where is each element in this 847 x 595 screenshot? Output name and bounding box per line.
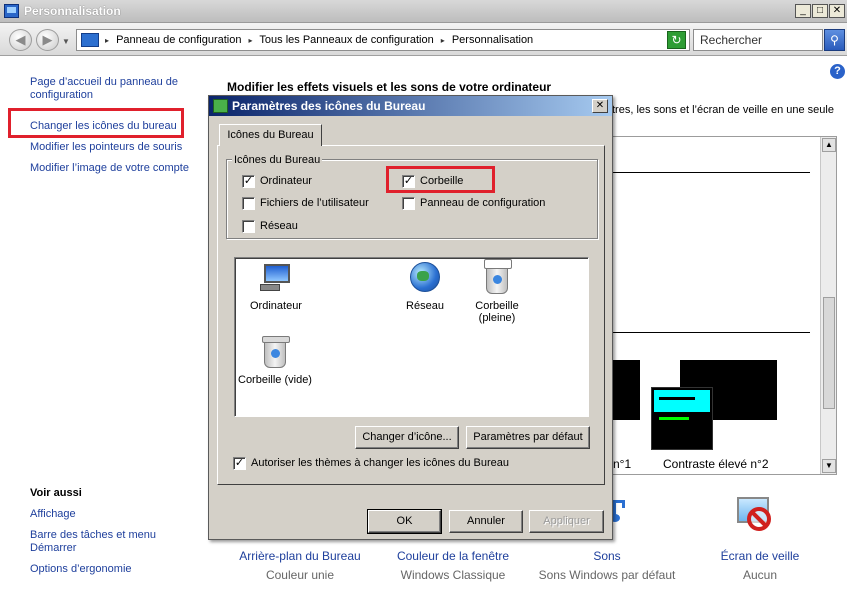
nav-link-change-desktop-icons[interactable]: Changer les icônes du bureau — [30, 120, 177, 133]
bottom-link-desktop-background[interactable]: Arrière-plan du Bureau — [230, 549, 370, 563]
sounds-icon[interactable] — [610, 498, 632, 524]
theme-separator — [613, 332, 810, 333]
change-icon-button[interactable]: Changer d’icône... — [355, 426, 459, 449]
checkbox-recycle-bin[interactable]: ✓ — [402, 175, 415, 188]
crumb-tous-les-panneaux[interactable]: Tous les Panneaux de configuration — [259, 34, 433, 46]
icon-list[interactable]: Ordinateur Réseau Corbeille (pleine) Cor… — [234, 257, 589, 417]
groupbox-label: Icônes du Bureau — [232, 154, 323, 166]
cancel-button[interactable]: Annuler — [449, 510, 523, 533]
page-description: tres, les sons et l’écran de veille en u… — [612, 104, 834, 116]
nav-link-mouse-pointers[interactable]: Modifier les pointeurs de souris — [30, 141, 182, 154]
see-also-link-ease-of-access[interactable]: Options d’ergonomie — [30, 563, 132, 576]
theme-caption-2: Contraste élevé n°2 — [663, 457, 769, 471]
computer-icon — [260, 262, 292, 292]
see-also-link-display[interactable]: Affichage — [30, 508, 76, 521]
bottom-sub-screensaver: Aucun — [742, 568, 778, 582]
tab-desktop-icons[interactable]: Icônes du Bureau — [219, 124, 322, 146]
checkbox-label-user-files[interactable]: Fichiers de l’utilisateur — [260, 197, 369, 209]
bottom-link-sounds[interactable]: Sons — [537, 549, 677, 563]
bottom-link-screensaver[interactable]: Écran de veille — [690, 549, 830, 563]
minimize-button[interactable]: _ — [795, 4, 811, 18]
checkbox-allow-themes[interactable]: ✓ — [233, 457, 246, 470]
checkbox-label-recycle-bin[interactable]: Corbeille — [420, 175, 463, 187]
theme-caption-1: n°1 — [613, 457, 632, 471]
theme-preview-bar — [659, 417, 689, 420]
bottom-link-window-color[interactable]: Couleur de la fenêtre — [383, 549, 523, 563]
checkbox-control-panel[interactable] — [402, 197, 415, 210]
recycle-bin-empty-icon — [262, 336, 290, 368]
icon-item-recycle-bin-full[interactable]: Corbeille (pleine) — [462, 259, 532, 324]
dialog-close-button[interactable]: ✕ — [592, 99, 608, 113]
crumb-personnalisation[interactable]: Personnalisation — [452, 34, 533, 46]
icon-item-computer[interactable]: Ordinateur — [241, 262, 311, 312]
bottom-sub-desktop-background: Couleur unie — [265, 568, 335, 582]
icon-item-recycle-bin-empty[interactable]: Corbeille (vide) — [237, 336, 313, 386]
desktop-settings-icon — [213, 99, 228, 113]
checkbox-user-files[interactable] — [242, 197, 255, 210]
close-icon: ✕ — [595, 100, 605, 111]
checkbox-label-computer[interactable]: Ordinateur — [260, 175, 312, 187]
arrow-left-icon: ◀ — [15, 32, 26, 47]
dialog-title-bar[interactable]: Paramètres des icônes du Bureau ✕ — [209, 96, 612, 116]
window-title-bar[interactable]: Personnalisation _ □ ✕ — [0, 0, 847, 23]
checkbox-label-control-panel[interactable]: Panneau de configuration — [420, 197, 545, 209]
scroll-thumb[interactable] — [823, 297, 835, 409]
icon-label-computer: Ordinateur — [250, 300, 302, 312]
maximize-button[interactable]: □ — [812, 4, 828, 18]
forward-button[interactable]: ▶ — [36, 29, 59, 51]
scroll-down-icon[interactable]: ▼ — [822, 459, 836, 473]
back-button[interactable]: ◀ — [9, 29, 32, 51]
chevron-right-icon[interactable]: ▸ — [441, 36, 445, 45]
see-also-link-taskbar[interactable]: Barre des tâches et menu Démarrer — [30, 529, 170, 555]
crumb-panneau-de-configuration[interactable]: Panneau de configuration — [116, 34, 241, 46]
search-input[interactable]: Rechercher — [693, 29, 823, 51]
nav-link-control-panel-home[interactable]: Page d’accueil du panneau de configurati… — [30, 76, 190, 102]
theme-separator — [613, 172, 810, 173]
control-panel-icon — [81, 33, 99, 47]
screensaver-icon[interactable] — [737, 497, 779, 539]
bottom-sub-window-color: Windows Classique — [400, 568, 506, 582]
icon-label-recycle-bin-empty: Corbeille (vide) — [238, 374, 312, 386]
checkbox-computer[interactable]: ✓ — [242, 175, 255, 188]
search-button[interactable]: ⚲ — [824, 29, 845, 51]
page-title: Modifier les effets visuels et les sons … — [227, 80, 552, 94]
icon-label-network: Réseau — [406, 300, 444, 312]
checkbox-network[interactable] — [242, 220, 255, 233]
nav-link-account-picture[interactable]: Modifier l’image de votre compte — [30, 162, 189, 175]
checkbox-label-allow-themes[interactable]: Autoriser les thèmes à changer les icône… — [251, 457, 509, 469]
theme-scrollbar[interactable]: ▲ ▼ — [820, 137, 836, 474]
scroll-up-icon[interactable]: ▲ — [822, 138, 836, 152]
ok-button[interactable]: OK — [367, 509, 442, 534]
arrow-right-icon: ▶ — [42, 32, 53, 47]
apply-button[interactable]: Appliquer — [529, 510, 604, 533]
close-button[interactable]: ✕ — [829, 4, 845, 18]
search-icon: ⚲ — [830, 33, 839, 47]
icon-item-network[interactable]: Réseau — [390, 262, 460, 312]
network-icon — [410, 262, 440, 292]
see-also-heading: Voir aussi — [30, 487, 82, 499]
theme-list[interactable]: n°1 Contraste élevé n°2 ▲ ▼ — [612, 136, 837, 475]
help-icon[interactable]: ? — [830, 64, 845, 79]
history-dropdown-icon[interactable]: ▼ — [62, 37, 70, 46]
theme-preview-bar — [659, 397, 695, 400]
refresh-button[interactable]: ↻ — [667, 31, 686, 49]
desktop-icon-settings-dialog: Paramètres des icônes du Bureau ✕ Icônes… — [208, 95, 613, 540]
bottom-sub-sounds: Sons Windows par défaut — [538, 568, 676, 582]
chevron-right-icon[interactable]: ▸ — [105, 36, 109, 45]
checkbox-label-network[interactable]: Réseau — [260, 220, 298, 232]
address-toolbar: ◀ ▶ ▼ ▸ Panneau de configuration ▸ Tous … — [0, 23, 847, 56]
chevron-right-icon[interactable]: ▸ — [249, 36, 253, 45]
theme-preview-titlebar — [654, 390, 710, 412]
dialog-title: Paramètres des icônes du Bureau — [232, 99, 426, 113]
recycle-bin-full-icon — [484, 259, 512, 294]
control-panel-icon — [4, 4, 19, 18]
icon-label-recycle-bin-full: Corbeille (pleine) — [475, 300, 519, 324]
window-title: Personnalisation — [24, 4, 121, 18]
restore-default-button[interactable]: Paramètres par défaut — [466, 426, 590, 449]
refresh-icon: ↻ — [671, 33, 682, 47]
theme-preview-contrast-1[interactable] — [613, 360, 640, 420]
breadcrumb[interactable]: ▸ Panneau de configuration ▸ Tous les Pa… — [76, 29, 690, 51]
